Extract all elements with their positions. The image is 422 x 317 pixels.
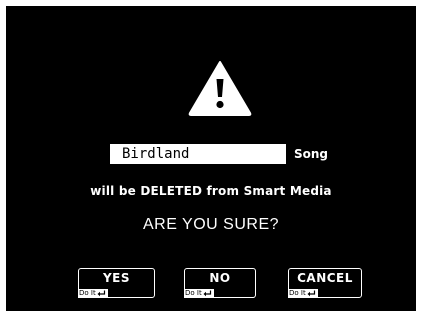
enter-icon bbox=[203, 290, 211, 297]
doit-label: Do It bbox=[289, 289, 306, 297]
song-name-field: Birdland bbox=[110, 144, 286, 164]
song-type-label: Song bbox=[294, 147, 329, 161]
cancel-button[interactable]: CANCEL Do It bbox=[288, 268, 362, 298]
delete-confirm-screen: Birdland Song will be DELETED from Smart… bbox=[6, 6, 416, 311]
doit-label: Do It bbox=[79, 289, 96, 297]
enter-icon bbox=[307, 290, 315, 297]
yes-button[interactable]: YES Do It bbox=[78, 268, 155, 298]
doit-label: Do It bbox=[185, 289, 202, 297]
yes-button-label: YES bbox=[102, 271, 131, 285]
doit-tag: Do It bbox=[184, 289, 214, 298]
enter-icon bbox=[97, 290, 105, 297]
confirm-question: ARE YOU SURE? bbox=[142, 216, 280, 233]
warning-icon bbox=[188, 61, 252, 116]
no-button[interactable]: NO Do It bbox=[184, 268, 256, 298]
delete-message: will be DELETED from Smart Media bbox=[90, 184, 332, 198]
doit-tag: Do It bbox=[288, 289, 318, 298]
cancel-button-label: CANCEL bbox=[297, 271, 353, 285]
doit-tag: Do It bbox=[78, 289, 108, 298]
no-button-label: NO bbox=[209, 271, 231, 285]
